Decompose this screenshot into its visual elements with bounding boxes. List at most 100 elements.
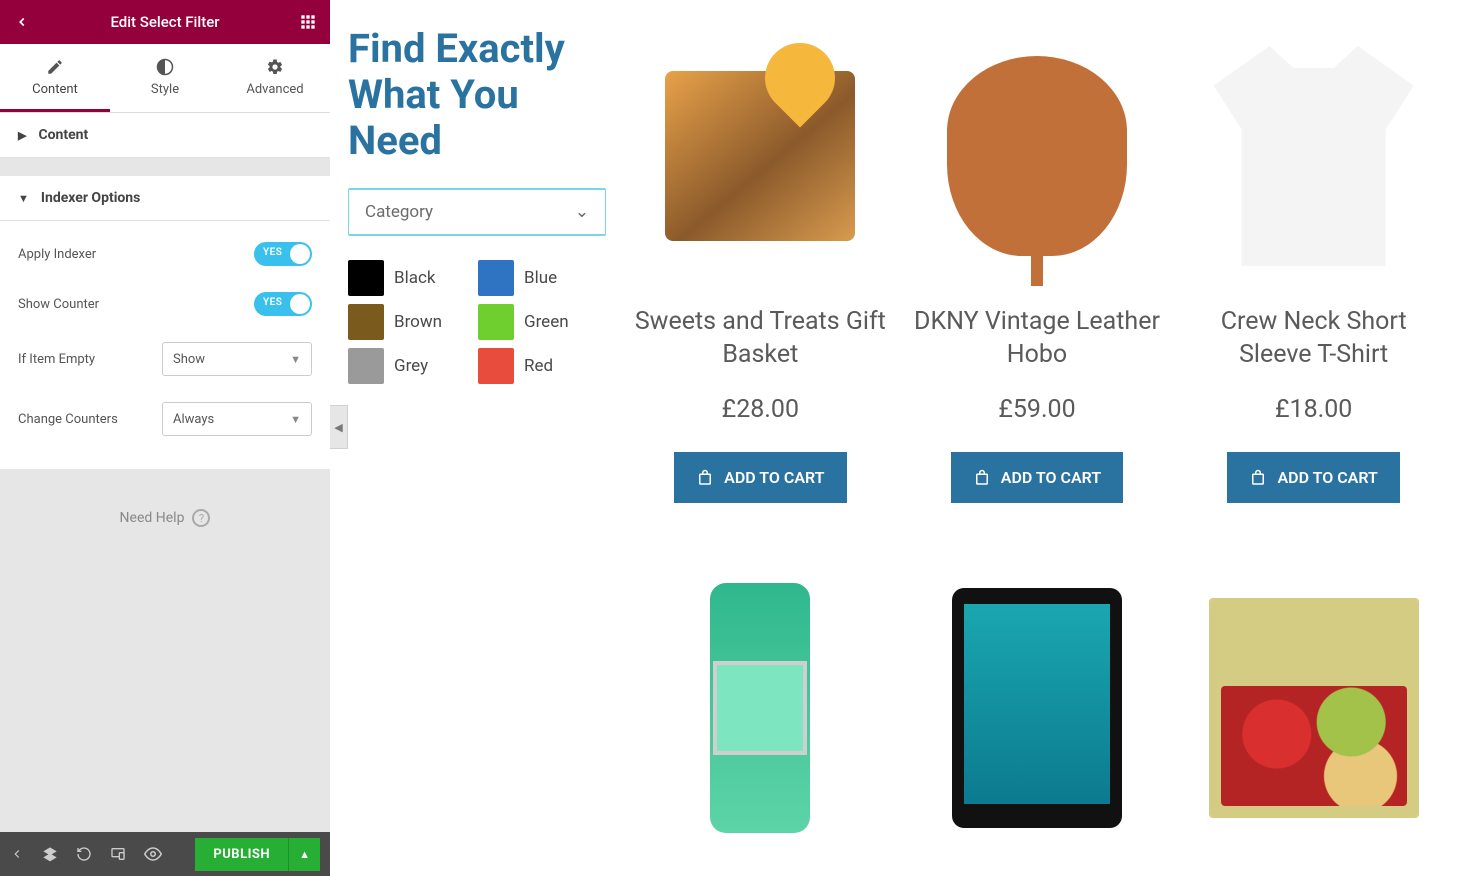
- product-name[interactable]: Crew Neck Short Sleeve T-Shirt: [1187, 306, 1440, 371]
- indexer-controls: Apply Indexer YES Show Counter YES If It…: [0, 221, 330, 469]
- cart-icon: [696, 469, 714, 487]
- cart-icon: [973, 469, 991, 487]
- panel-tabs: Content Style Advanced: [0, 44, 330, 113]
- color-swatch: [348, 348, 384, 384]
- color-filter-item[interactable]: Black: [348, 260, 462, 296]
- product-price: £18.00: [1187, 395, 1440, 424]
- caret-down-icon: ▼: [18, 192, 29, 205]
- control-apply-indexer: Apply Indexer YES: [18, 229, 312, 279]
- tab-content[interactable]: Content: [0, 44, 110, 112]
- product-card: DKNY Vintage Leather Hobo £59.00 ADD TO CA…: [911, 26, 1164, 542]
- section-label: Content: [38, 127, 88, 143]
- add-to-cart-button[interactable]: ADD TO CART: [1227, 452, 1399, 503]
- editor-panel: Edit Select Filter Content Style Advance…: [0, 0, 330, 876]
- contrast-icon: [156, 58, 174, 76]
- add-to-cart-button[interactable]: ADD TO CART: [674, 452, 846, 503]
- panel-sections: ▶ Content ▼ Indexer Options Apply Indexe…: [0, 113, 330, 469]
- product-image[interactable]: [655, 26, 865, 286]
- product-image[interactable]: [1209, 26, 1419, 286]
- if-item-empty-select[interactable]: Show ▼: [162, 342, 312, 376]
- select-value: Always: [173, 412, 214, 427]
- color-swatch: [348, 304, 384, 340]
- control-if-item-empty: If Item Empty Show ▼: [18, 329, 312, 389]
- section-indexer-options[interactable]: ▼ Indexer Options: [0, 176, 330, 221]
- product-card: [1187, 578, 1440, 876]
- preview-icon[interactable]: [144, 845, 162, 863]
- settings-icon[interactable]: [10, 847, 24, 861]
- apply-indexer-toggle[interactable]: YES: [254, 242, 312, 266]
- category-placeholder: Category: [365, 202, 433, 222]
- control-label: Change Counters: [18, 412, 162, 427]
- color-filter-item[interactable]: Brown: [348, 304, 462, 340]
- product-image[interactable]: [1209, 578, 1419, 838]
- panel-title: Edit Select Filter: [32, 13, 298, 31]
- section-label: Indexer Options: [41, 190, 140, 206]
- product-image[interactable]: [932, 26, 1142, 286]
- section-content[interactable]: ▶ Content: [0, 113, 330, 158]
- panel-footer: PUBLISH ▲: [0, 832, 330, 876]
- history-icon[interactable]: [76, 846, 92, 862]
- product-image[interactable]: [655, 578, 865, 838]
- color-filter-item[interactable]: Green: [478, 304, 592, 340]
- add-to-cart-label: ADD TO CART: [1277, 468, 1377, 487]
- gear-icon: [266, 58, 284, 76]
- publish-group: PUBLISH ▲: [195, 838, 320, 871]
- tab-label: Content: [32, 82, 78, 97]
- chevron-down-icon: ⌄: [575, 202, 589, 222]
- navigator-icon[interactable]: [42, 846, 58, 862]
- category-select[interactable]: Category ⌄: [348, 188, 606, 236]
- publish-button[interactable]: PUBLISH: [195, 838, 288, 871]
- color-filter-list: Black Blue Brown Green Grey Red: [348, 260, 606, 384]
- product-card: [634, 578, 887, 876]
- product-price: £59.00: [911, 395, 1164, 424]
- product-card: Crew Neck Short Sleeve T-Shirt £18.00 ADD …: [1187, 26, 1440, 542]
- panel-header: Edit Select Filter: [0, 0, 330, 44]
- color-swatch: [478, 260, 514, 296]
- widgets-button[interactable]: [298, 12, 318, 32]
- need-help[interactable]: Need Help ?: [0, 469, 330, 567]
- toggle-knob: [290, 294, 310, 314]
- product-name[interactable]: Sweets and Treats Gift Basket: [634, 306, 887, 371]
- panel-collapse-handle[interactable]: ◀: [330, 405, 348, 449]
- show-counter-toggle[interactable]: YES: [254, 292, 312, 316]
- help-label: Need Help: [120, 510, 185, 526]
- add-to-cart-label: ADD TO CART: [724, 468, 824, 487]
- control-label: Show Counter: [18, 297, 254, 312]
- color-filter-item[interactable]: Grey: [348, 348, 462, 384]
- back-button[interactable]: [12, 12, 32, 32]
- control-label: Apply Indexer: [18, 247, 254, 262]
- toggle-knob: [290, 244, 310, 264]
- preview-area: Find Exactly What You Need Category ⌄ Bl…: [330, 0, 1480, 876]
- color-filter-item[interactable]: Red: [478, 348, 592, 384]
- color-swatch: [478, 304, 514, 340]
- grid-icon: [300, 14, 316, 30]
- tab-style[interactable]: Style: [110, 44, 220, 112]
- toggle-value: YES: [263, 297, 282, 308]
- chevron-down-icon: ▼: [290, 353, 301, 366]
- product-image[interactable]: [932, 578, 1142, 838]
- publish-options-button[interactable]: ▲: [288, 838, 320, 871]
- products-grid: Sweets and Treats Gift Basket£28.00ADD T…: [634, 26, 1440, 876]
- color-label: Brown: [394, 312, 442, 332]
- control-label: If Item Empty: [18, 352, 162, 367]
- color-label: Red: [524, 356, 553, 376]
- select-value: Show: [173, 352, 205, 367]
- responsive-icon[interactable]: [110, 846, 126, 862]
- color-label: Grey: [394, 356, 428, 376]
- tab-label: Advanced: [246, 82, 303, 97]
- color-label: Blue: [524, 268, 557, 288]
- pencil-icon: [46, 58, 64, 76]
- page-title: Find Exactly What You Need: [348, 26, 606, 164]
- color-filter-item[interactable]: Blue: [478, 260, 592, 296]
- product-name[interactable]: DKNY Vintage Leather Hobo: [911, 306, 1164, 371]
- tab-advanced[interactable]: Advanced: [220, 44, 330, 112]
- caret-right-icon: ▶: [18, 129, 26, 142]
- toggle-value: YES: [263, 247, 282, 258]
- help-icon: ?: [192, 509, 210, 527]
- color-label: Green: [524, 312, 569, 332]
- tab-label: Style: [151, 82, 179, 97]
- add-to-cart-button[interactable]: ADD TO CART: [951, 452, 1123, 503]
- control-change-counters: Change Counters Always ▼: [18, 389, 312, 449]
- chevron-left-icon: ◀: [334, 421, 342, 434]
- change-counters-select[interactable]: Always ▼: [162, 402, 312, 436]
